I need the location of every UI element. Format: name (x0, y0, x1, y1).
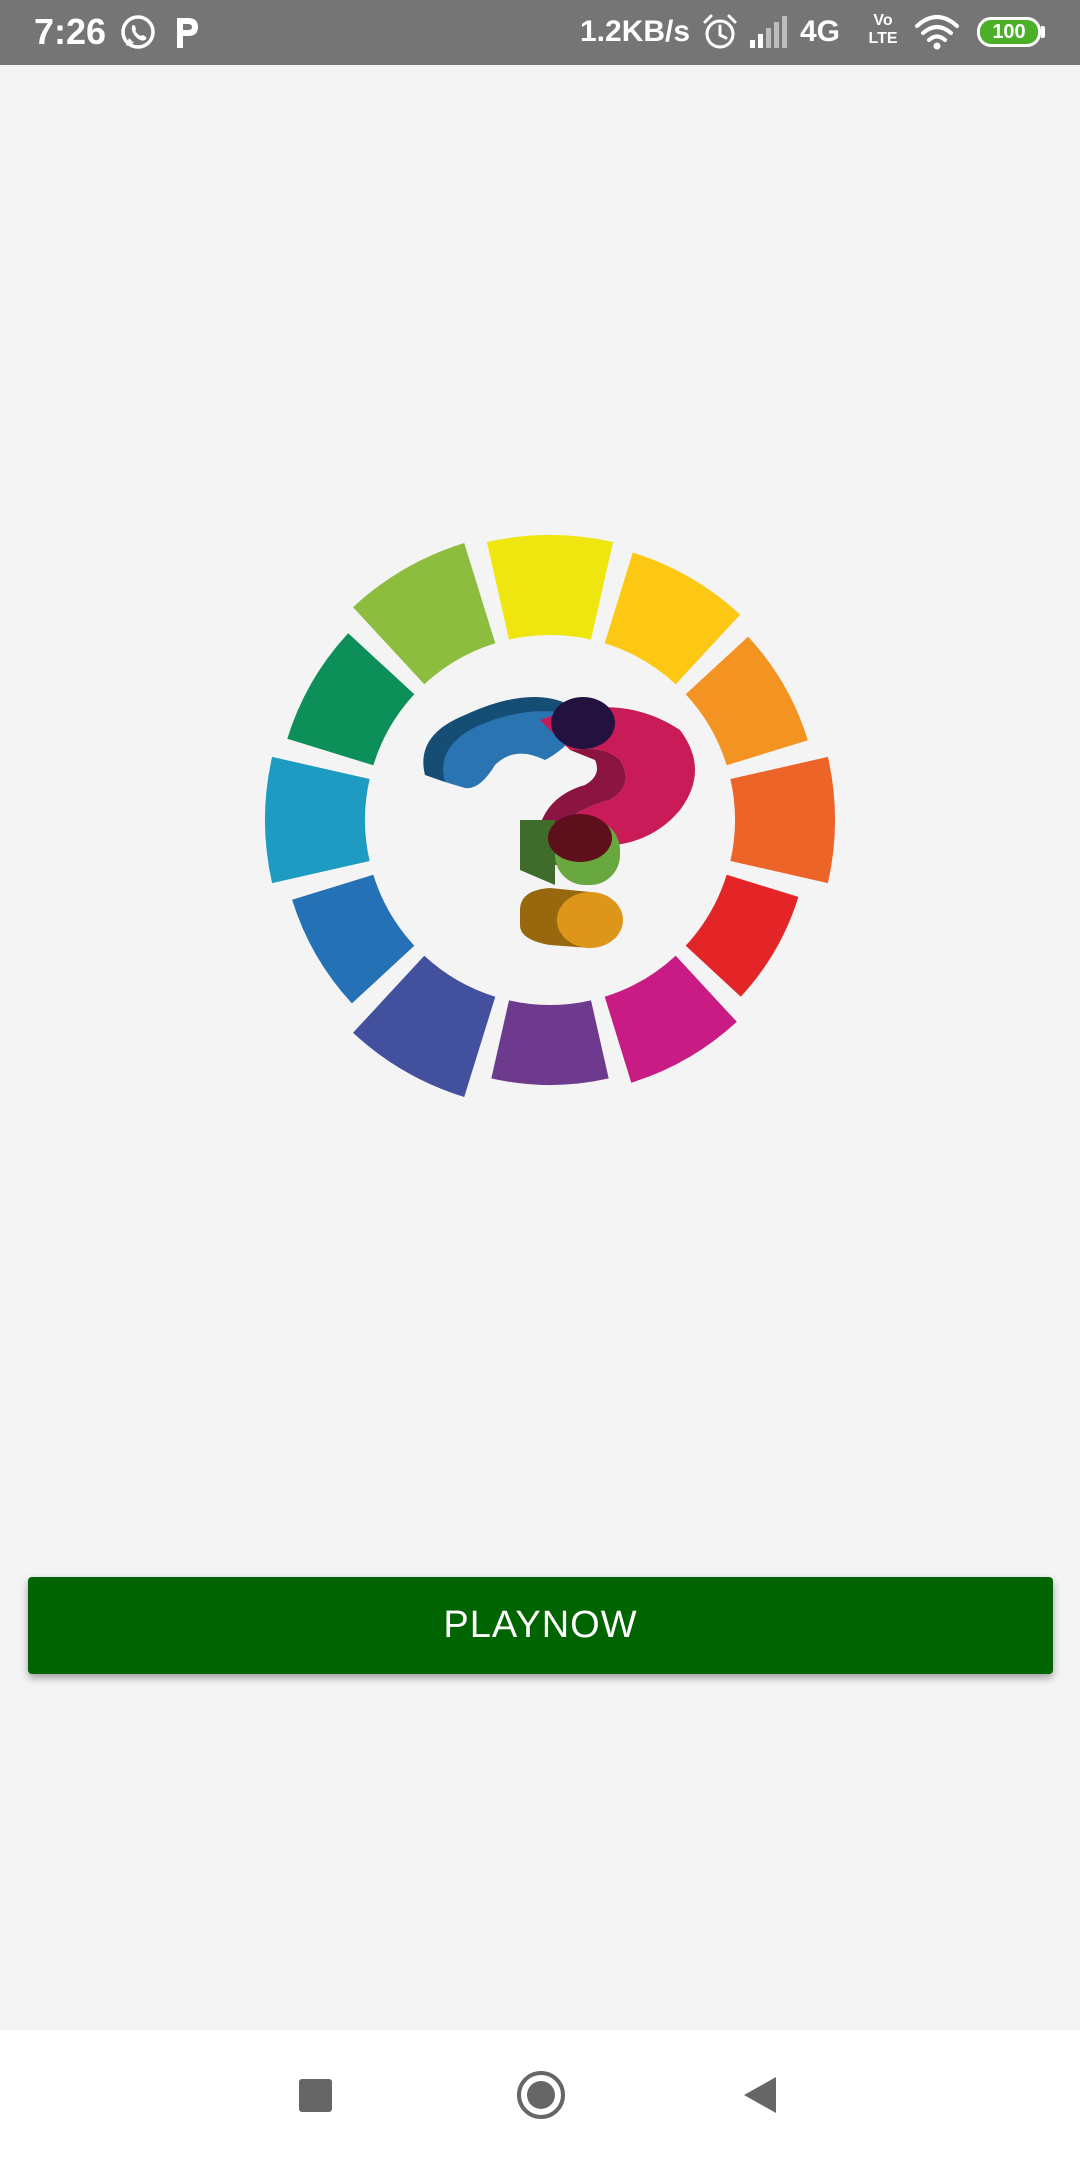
network-type: 4G (800, 15, 841, 48)
signal-icon (750, 16, 787, 48)
volte-indicator: Vo LTE (863, 12, 903, 48)
battery-icon: 100 (977, 17, 1041, 47)
wheel-segment (265, 756, 370, 884)
wheel-segment (292, 874, 415, 1004)
alarm-icon (703, 14, 737, 49)
p-icon (177, 18, 198, 48)
question-mark-icon (423, 697, 695, 948)
wheel-segment (491, 1000, 609, 1085)
status-time: 7:26 (34, 11, 107, 52)
question-mark-logo (265, 535, 835, 1097)
wheel-segment (287, 633, 415, 766)
play-now-button[interactable]: PLAYNOW (28, 1577, 1053, 1674)
back-icon[interactable] (742, 2075, 778, 2115)
wheel-segment (604, 955, 737, 1083)
wheel-segment (685, 874, 799, 997)
status-bar: 7:26 1.2KB/s 4G Vo LTE 100 (0, 0, 1080, 65)
wheel-segment (486, 535, 614, 640)
whatsapp-icon (121, 15, 155, 49)
volte-top: Vo (873, 12, 893, 29)
battery-tip (1041, 26, 1045, 38)
wifi-icon (915, 15, 959, 50)
recents-icon[interactable] (299, 2079, 332, 2112)
home-icon[interactable] (516, 2070, 566, 2120)
volte-bottom: LTE (868, 30, 898, 47)
wheel-segment (685, 636, 808, 766)
network-speed: 1.2KB/s (580, 15, 691, 48)
wheel-segment (730, 756, 835, 884)
